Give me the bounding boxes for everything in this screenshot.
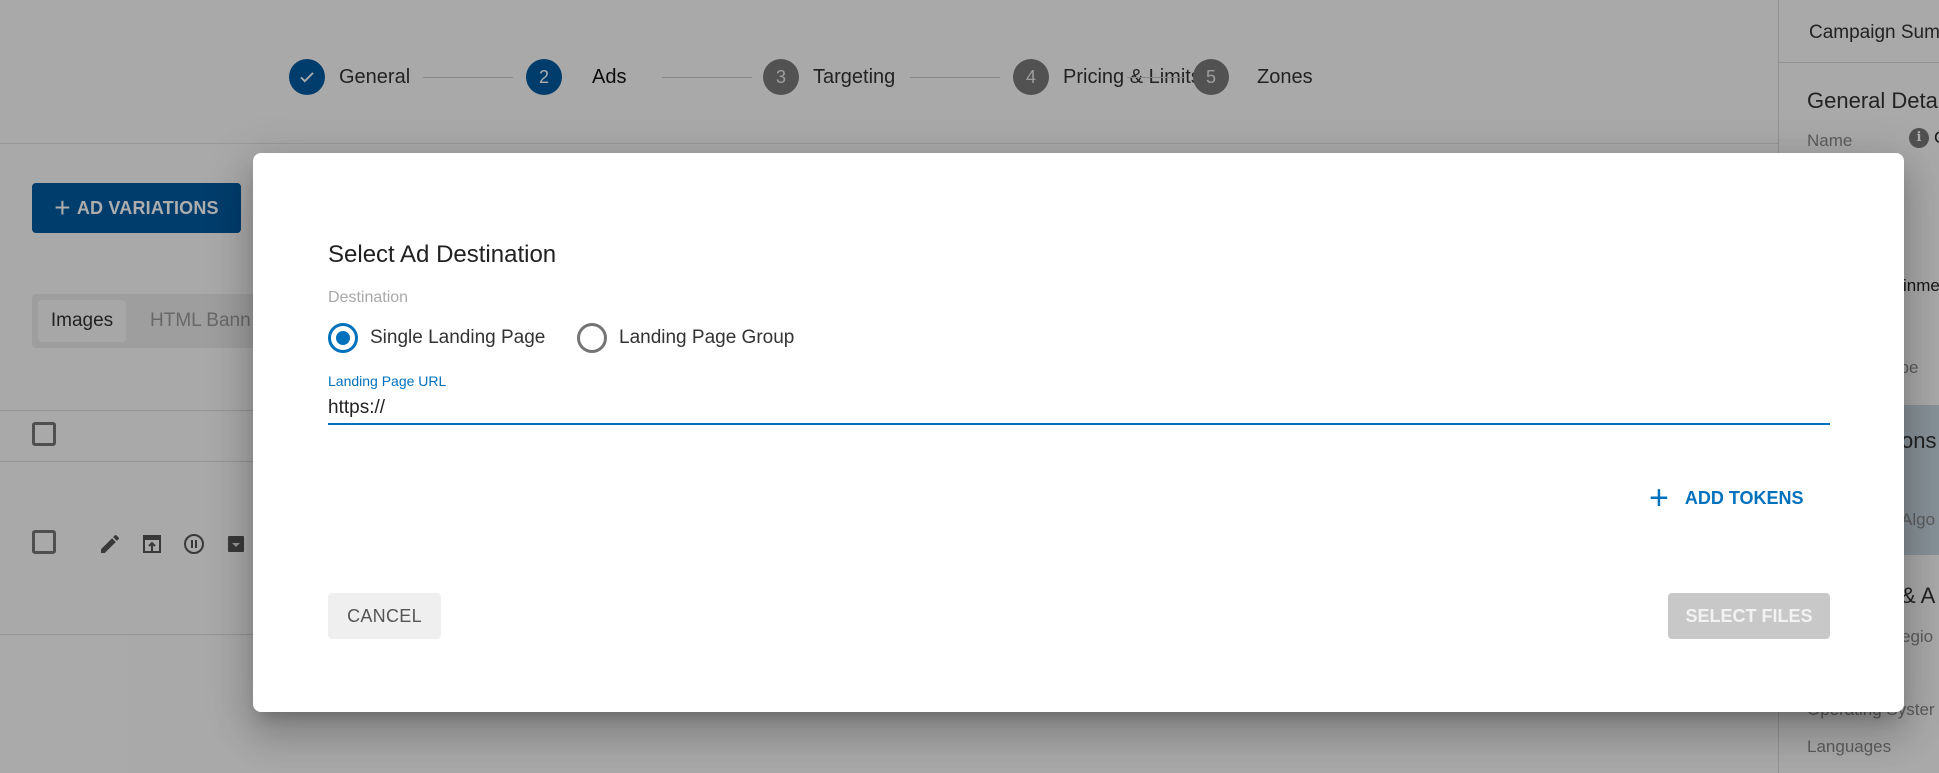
select-files-button[interactable]: SELECT FILES (1668, 593, 1830, 639)
destination-label: Destination (328, 289, 409, 306)
radio-landing-page-group[interactable]: Landing Page Group (577, 323, 794, 353)
add-tokens-label: ADD TOKENS (1684, 487, 1804, 508)
radio-label: Landing Page Group (619, 327, 795, 348)
add-tokens-button[interactable]: + ADD TOKENS (1649, 479, 1804, 517)
cancel-button[interactable]: CANCEL (328, 593, 441, 639)
radio-single-landing-page[interactable]: Single Landing Page (328, 323, 545, 353)
plus-icon: + (1649, 479, 1669, 517)
landing-page-url-input[interactable] (328, 393, 1830, 425)
landing-page-url-label: Landing Page URL (328, 373, 447, 389)
radio-unchecked-icon[interactable] (577, 323, 607, 353)
radio-checked-icon[interactable] (328, 323, 358, 353)
page: General 2 Ads 3 Targeting 4 Pricing & Li… (0, 0, 1939, 773)
radio-label: Single Landing Page (370, 327, 546, 348)
select-ad-destination-dialog: Select Ad Destination Destination Single… (253, 153, 1904, 712)
dialog-title: Select Ad Destination (328, 241, 557, 268)
